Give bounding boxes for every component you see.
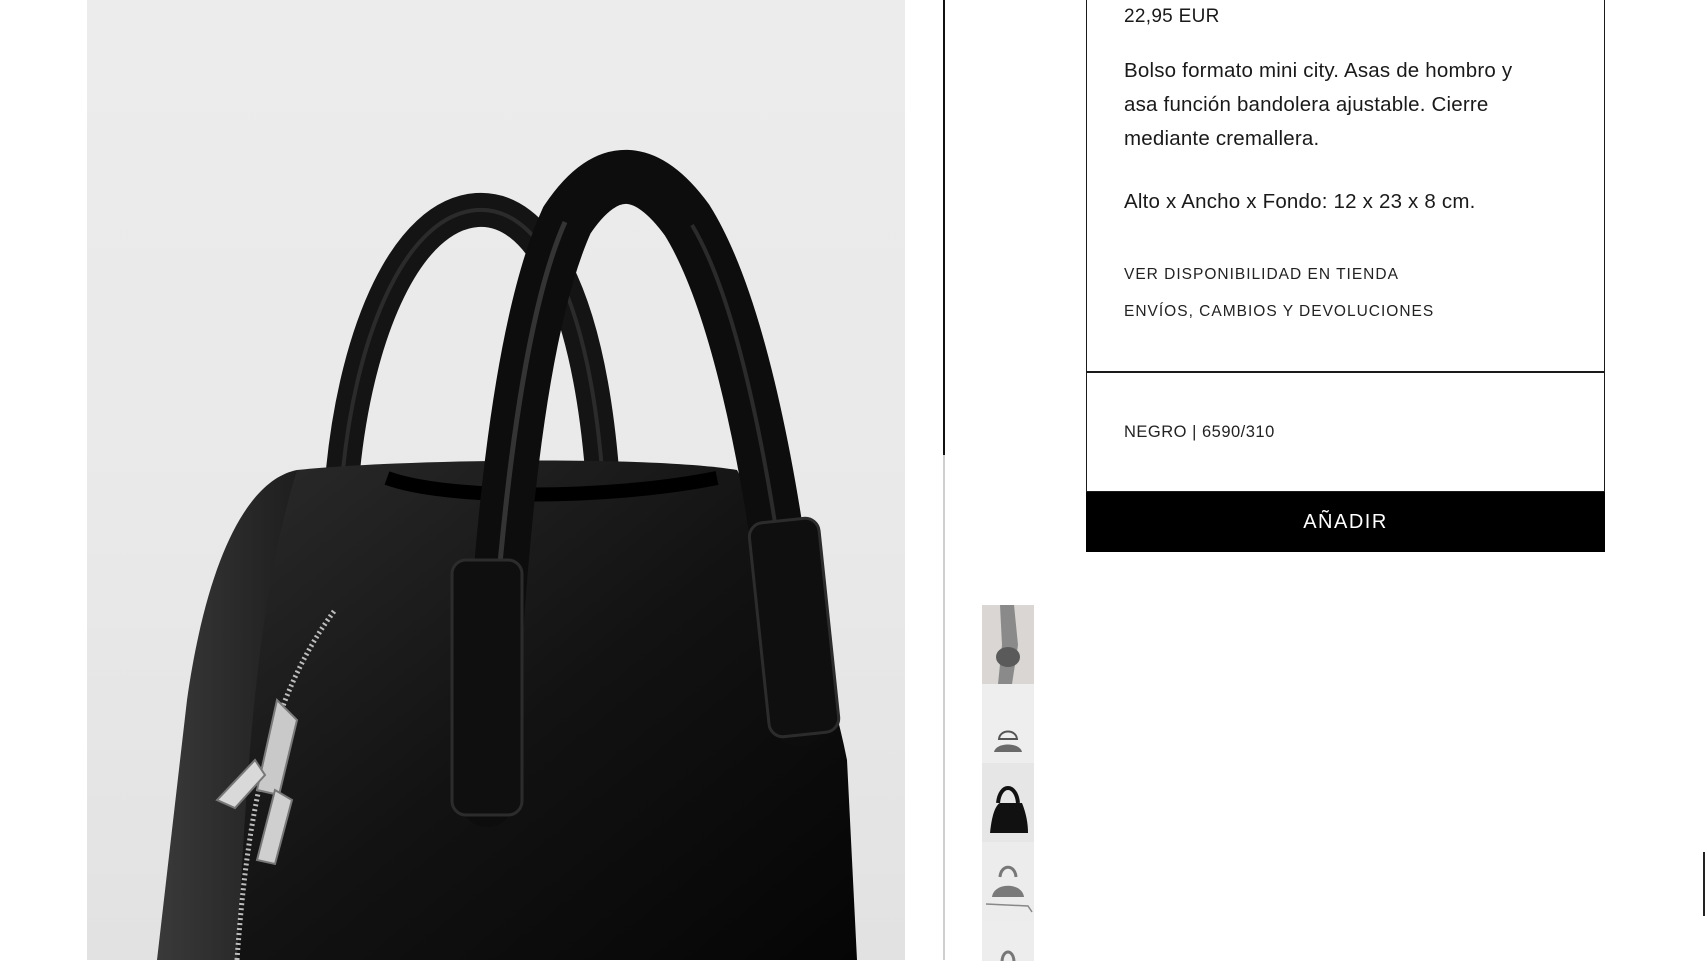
product-info-panel: 22,95 EUR Bolso formato mini city. Asas …: [1086, 0, 1605, 372]
product-description: Bolso formato mini city. Asas de hombro …: [1124, 59, 1513, 150]
store-availability-link[interactable]: VER DISPONIBILIDAD EN TIENDA: [1124, 266, 1399, 284]
color-reference: NEGRO | 6590/310: [1124, 423, 1275, 441]
thumbnail-bag-front-small[interactable]: [982, 684, 1034, 763]
scroll-thumb[interactable]: [943, 0, 945, 455]
thumbnail-bag-partial[interactable]: [982, 921, 1034, 961]
main-product-image[interactable]: [87, 0, 905, 960]
thumbnail-model-wearing[interactable]: [982, 605, 1034, 684]
product-price: 22,95 EUR: [1124, 6, 1220, 27]
color-selector[interactable]: NEGRO | 6590/310: [1086, 372, 1605, 492]
thumbnail-bag-with-strap[interactable]: [982, 842, 1034, 921]
add-to-cart-button[interactable]: AÑADIR: [1086, 492, 1605, 552]
product-dimensions: Alto x Ancho x Fondo: 12 x 23 x 8 cm.: [1124, 190, 1476, 213]
thumbnail-bag-angle[interactable]: [982, 763, 1034, 842]
thumbnail-strip: [982, 605, 1034, 961]
bag-illustration: [157, 149, 857, 960]
shipping-returns-link[interactable]: ENVÍOS, CAMBIOS Y DEVOLUCIONES: [1124, 303, 1434, 321]
scrollbar-edge[interactable]: [1703, 852, 1705, 916]
